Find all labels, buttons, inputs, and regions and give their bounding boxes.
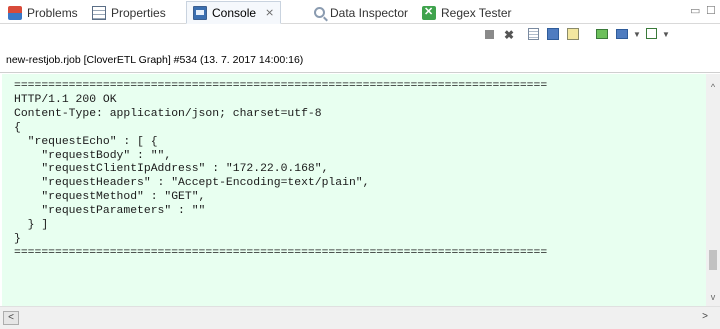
tab-data-inspector-label: Data Inspector: [330, 5, 409, 20]
console-icon: [193, 5, 207, 20]
console-text: ========================================…: [2, 74, 706, 261]
console-line: "requestMethod" : "GET",: [14, 191, 206, 204]
console-toolbar: ✖ ▼ ▼: [0, 24, 720, 46]
clear-console-icon[interactable]: [525, 28, 541, 42]
console-line: "requestParameters" : "": [14, 205, 206, 218]
close-tab-icon[interactable]: ⨯: [265, 6, 274, 19]
tab-regex-tester[interactable]: Regex Tester: [416, 1, 517, 24]
console-line: {: [14, 121, 21, 134]
properties-icon: [92, 5, 106, 20]
console-line: HTTP/1.1 200 OK: [14, 93, 117, 106]
view-tab-bar: Problems Properties Console ⨯ Data Inspe…: [0, 0, 720, 24]
console-process-label: new-restjob.rjob [CloverETL Graph] #534 …: [6, 54, 304, 66]
console-line: } ]: [14, 219, 49, 232]
tab-problems[interactable]: Problems: [2, 1, 84, 24]
vertical-scrollbar[interactable]: ^ v: [706, 74, 720, 306]
console-output[interactable]: ========================================…: [2, 74, 706, 306]
console-line: "requestEcho" : [ {: [14, 135, 158, 148]
scroll-down-icon[interactable]: v: [706, 292, 720, 302]
magnifier-icon: [314, 7, 325, 18]
display-selected-console-icon[interactable]: [614, 28, 630, 42]
tab-console[interactable]: Console ⨯: [186, 1, 282, 24]
regex-icon: [422, 5, 436, 20]
remove-launch-icon[interactable]: ✖: [501, 28, 517, 42]
word-wrap-icon[interactable]: [565, 28, 581, 42]
horizontal-scrollbar[interactable]: < >: [0, 306, 720, 329]
terminate-icon[interactable]: [481, 28, 497, 42]
console-line: }: [14, 232, 21, 245]
minimize-icon[interactable]: ▭: [690, 4, 700, 17]
tab-properties-label: Properties: [111, 5, 166, 20]
console-line: "requestHeaders" : "Accept-Encoding=text…: [14, 177, 370, 190]
problems-icon: [8, 5, 22, 20]
tab-data-inspector[interactable]: Data Inspector: [308, 1, 414, 24]
maximize-icon[interactable]: ☐: [706, 4, 716, 17]
console-line: "requestClientIpAddress" : "172.22.0.168…: [14, 163, 329, 176]
open-console-icon[interactable]: [643, 28, 659, 42]
console-line: "requestBody" : "",: [14, 149, 172, 162]
console-line: ========================================…: [14, 246, 548, 259]
scroll-right-icon[interactable]: >: [697, 311, 713, 325]
scroll-up-icon[interactable]: ^: [706, 82, 720, 92]
chevron-down-icon[interactable]: ▼: [658, 28, 674, 42]
divider: [0, 72, 720, 73]
scroll-left-icon[interactable]: <: [3, 311, 19, 325]
scroll-lock-icon[interactable]: [545, 28, 561, 42]
pin-console-icon[interactable]: [594, 28, 610, 42]
scrollbar-thumb[interactable]: [709, 250, 717, 270]
tab-regex-tester-label: Regex Tester: [441, 5, 512, 20]
console-line: ========================================…: [14, 80, 548, 92]
console-line: Content-Type: application/json; charset=…: [14, 107, 322, 120]
tab-console-label: Console: [212, 5, 257, 20]
tab-problems-label: Problems: [27, 5, 78, 20]
tab-properties[interactable]: Properties: [86, 1, 172, 24]
